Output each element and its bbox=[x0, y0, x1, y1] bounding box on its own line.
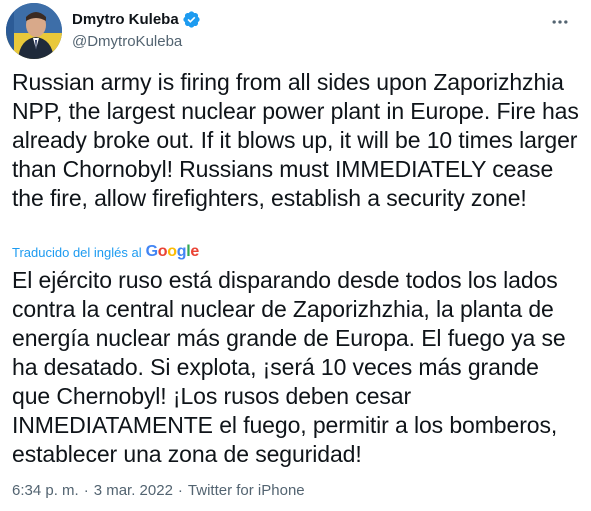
translated-tweet-text: El ejército ruso está disparando desde t… bbox=[12, 267, 566, 467]
tweet-text: Russian army is firing from all sides up… bbox=[12, 69, 579, 211]
google-logo: Google bbox=[145, 243, 200, 261]
meta-separator: · bbox=[83, 482, 89, 499]
translation-label[interactable]: Traducido del inglés al bbox=[12, 245, 142, 260]
tweet-time[interactable]: 6:34 p. m. bbox=[12, 482, 79, 499]
google-logo-letter: o bbox=[167, 243, 177, 260]
more-options-icon[interactable] bbox=[549, 11, 571, 33]
avatar-image bbox=[6, 3, 62, 59]
author-handle[interactable]: @DmytroKuleba bbox=[72, 33, 201, 50]
google-logo-letter: G bbox=[145, 243, 158, 260]
tweet-card: Dmytro Kuleba @DmytroKuleba Russian army… bbox=[0, 0, 591, 511]
tweet-meta: 6:34 p. m. · 3 mar. 2022 · Twitter for i… bbox=[12, 482, 305, 499]
display-name[interactable]: Dmytro Kuleba bbox=[72, 11, 179, 28]
google-logo-letter: g bbox=[176, 243, 187, 260]
translation-attribution[interactable]: Traducido del inglés al Google bbox=[12, 241, 199, 263]
author-names: Dmytro Kuleba @DmytroKuleba bbox=[72, 8, 201, 50]
google-logo-letter: e bbox=[190, 243, 199, 260]
tweet-source[interactable]: Twitter for iPhone bbox=[188, 482, 305, 499]
tweet-header: Dmytro Kuleba @DmytroKuleba bbox=[6, 3, 581, 59]
avatar[interactable] bbox=[6, 3, 62, 59]
verified-badge-icon bbox=[182, 10, 201, 29]
meta-separator: · bbox=[177, 482, 183, 499]
tweet-date[interactable]: 3 mar. 2022 bbox=[94, 482, 173, 499]
display-name-row: Dmytro Kuleba bbox=[72, 8, 201, 30]
google-logo-letter: o bbox=[157, 243, 168, 260]
